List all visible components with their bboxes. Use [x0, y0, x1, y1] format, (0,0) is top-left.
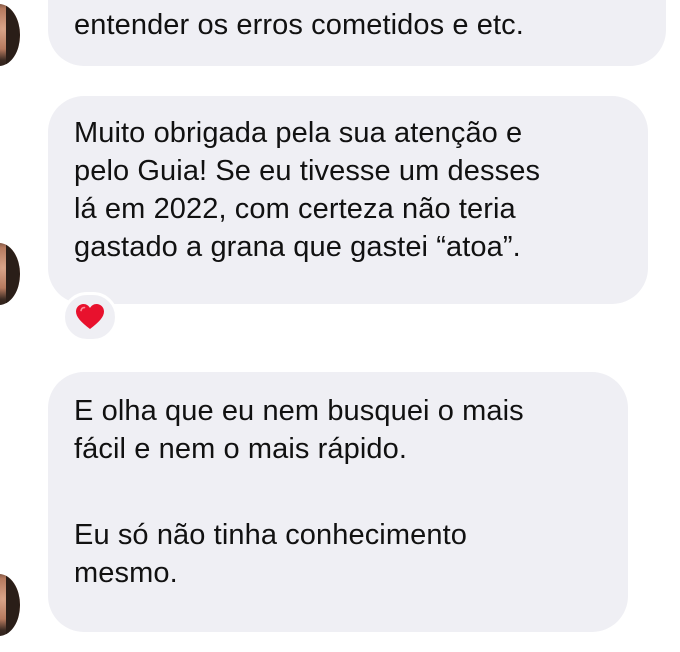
chat-thread: entender os erros cometidos e etc. Muito… [0, 0, 680, 652]
message-text: Muito obrigada pela sua atenção e [74, 117, 523, 149]
message-text: E olha que eu nem busquei o mais [74, 395, 524, 427]
message-text: fácil e nem o mais rápido. [74, 433, 408, 465]
message-text: gastado a grana que gastei “atoa”. [74, 231, 521, 263]
heart-icon [76, 304, 104, 329]
message-text: mesmo. [74, 557, 178, 589]
message-bubble[interactable]: E olha que eu nem busquei o mais fácil e… [48, 372, 628, 632]
message-bubble[interactable]: Muito obrigada pela sua atenção e pelo G… [48, 96, 648, 304]
message-text: entender os erros cometidos e etc. [74, 9, 524, 41]
message-text: Eu só não tinha conhecimento [74, 519, 467, 551]
contact-avatar[interactable] [0, 574, 20, 636]
message-text: lá em 2022, com certeza não teria [74, 193, 516, 225]
reaction-badge[interactable] [62, 292, 118, 342]
contact-avatar[interactable] [0, 4, 20, 66]
message-bubble[interactable]: entender os erros cometidos e etc. [48, 0, 666, 66]
contact-avatar[interactable] [0, 243, 20, 305]
message-text: pelo Guia! Se eu tivesse um desses [74, 155, 541, 187]
